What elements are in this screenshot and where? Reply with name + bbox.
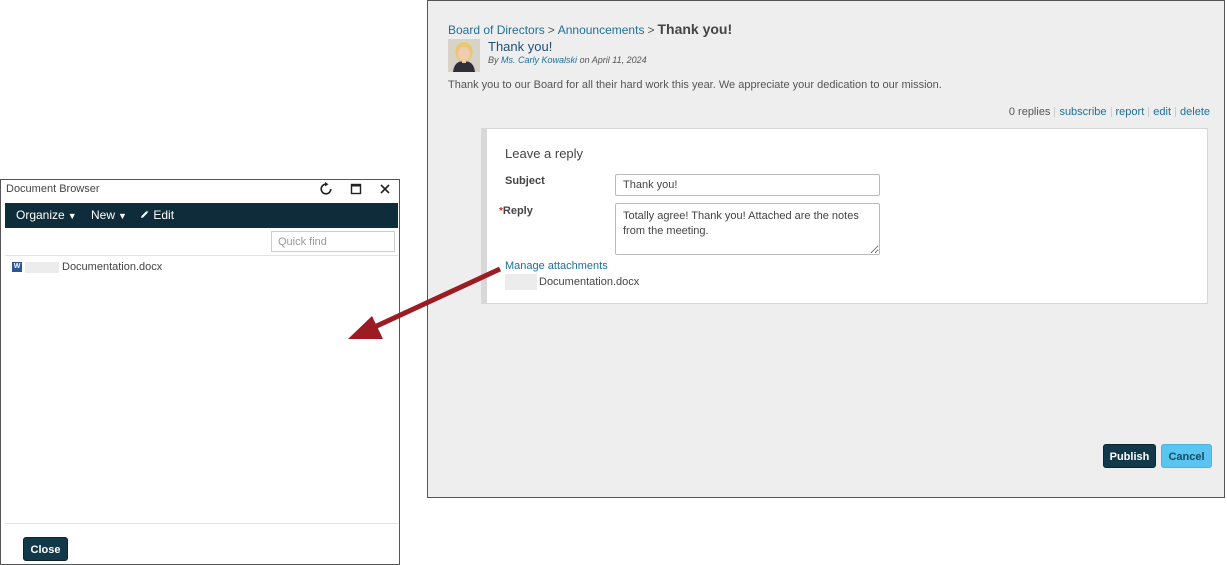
post-date: on April 11, 2024 — [579, 55, 647, 65]
pencil-icon — [139, 208, 153, 222]
breadcrumb-board-of-directors[interactable]: Board of Directors — [448, 23, 545, 37]
list-divider — [5, 255, 398, 256]
quick-find-input[interactable] — [271, 231, 395, 252]
manage-attachments-link[interactable]: Manage attachments — [505, 260, 608, 272]
maximize-icon[interactable] — [349, 182, 363, 199]
file-list-item[interactable]: W Documentation.docx — [12, 261, 162, 273]
report-link[interactable]: report — [1116, 106, 1145, 118]
new-label: New — [91, 208, 116, 222]
close-button[interactable]: Close — [23, 537, 68, 561]
cancel-button[interactable]: Cancel — [1161, 444, 1212, 468]
reply-label: Reply — [502, 205, 533, 217]
document-toolbar: Organize ▼ New ▼ Edit — [5, 203, 398, 228]
divider — [1054, 107, 1056, 118]
by-prefix: By — [488, 55, 499, 65]
document-browser-window: Document Browser Organize ▼ New ▼ Edit Q… — [0, 179, 400, 565]
close-icon[interactable] — [378, 182, 392, 199]
subject-input[interactable] — [615, 174, 880, 196]
replies-count: 0 replies — [1008, 106, 1051, 118]
edit-toolbar-button[interactable]: Edit — [139, 208, 174, 222]
reply-heading: Leave a reply — [505, 146, 584, 161]
publish-button[interactable]: Publish — [1103, 444, 1156, 468]
file-thumbnail — [25, 261, 59, 273]
delete-link[interactable]: delete — [1180, 106, 1210, 118]
post-actions: 0 replies subscribe report edit delete — [1009, 106, 1210, 118]
post-body: Thank you to our Board for all their har… — [448, 79, 942, 91]
breadcrumb-current: Thank you! — [657, 21, 733, 37]
new-menu[interactable]: New ▼ — [91, 208, 127, 222]
avatar-portrait-icon — [448, 39, 480, 72]
author-link[interactable]: Ms. Carly Kowalski — [501, 55, 577, 65]
post-meta: By Ms. Carly Kowalski on April 11, 2024 — [488, 55, 647, 65]
breadcrumb-separator: > — [547, 23, 555, 37]
caret-down-icon: ▼ — [118, 211, 127, 221]
breadcrumb: Board of Directors > Announcements > Thank y… — [448, 21, 732, 37]
divider — [1175, 107, 1177, 118]
attachment-item: Documentation.docx — [505, 274, 639, 290]
edit-link[interactable]: edit — [1153, 106, 1171, 118]
breadcrumb-announcements[interactable]: Announcements — [558, 23, 645, 37]
reply-textarea[interactable]: Totally agree! Thank you! Attached are t… — [615, 203, 880, 255]
word-doc-icon: W — [12, 262, 22, 273]
breadcrumb-separator: > — [647, 23, 655, 37]
author-avatar — [448, 39, 480, 72]
divider — [1110, 107, 1112, 118]
file-name: Documentation.docx — [62, 261, 163, 273]
window-title: Document Browser — [6, 183, 100, 195]
edit-label: Edit — [153, 208, 175, 222]
reply-form: Leave a reply Subject *Reply Totally agr… — [481, 128, 1208, 304]
subscribe-link[interactable]: subscribe — [1059, 106, 1106, 118]
list-divider — [5, 523, 398, 524]
divider — [1148, 107, 1150, 118]
post-title-link[interactable]: Thank you! — [488, 39, 552, 54]
caret-down-icon: ▼ — [67, 211, 77, 221]
refresh-icon[interactable] — [319, 182, 333, 199]
organize-menu[interactable]: Organize ▼ — [16, 208, 77, 222]
forum-post-panel: Board of Directors > Announcements > Thank y… — [427, 0, 1225, 498]
attachment-thumbnail — [505, 274, 537, 290]
organize-label: Organize — [16, 208, 65, 222]
reply-label-wrap: *Reply — [499, 205, 533, 217]
subject-label: Subject — [505, 175, 545, 187]
attachment-name: Documentation.docx — [539, 275, 640, 288]
